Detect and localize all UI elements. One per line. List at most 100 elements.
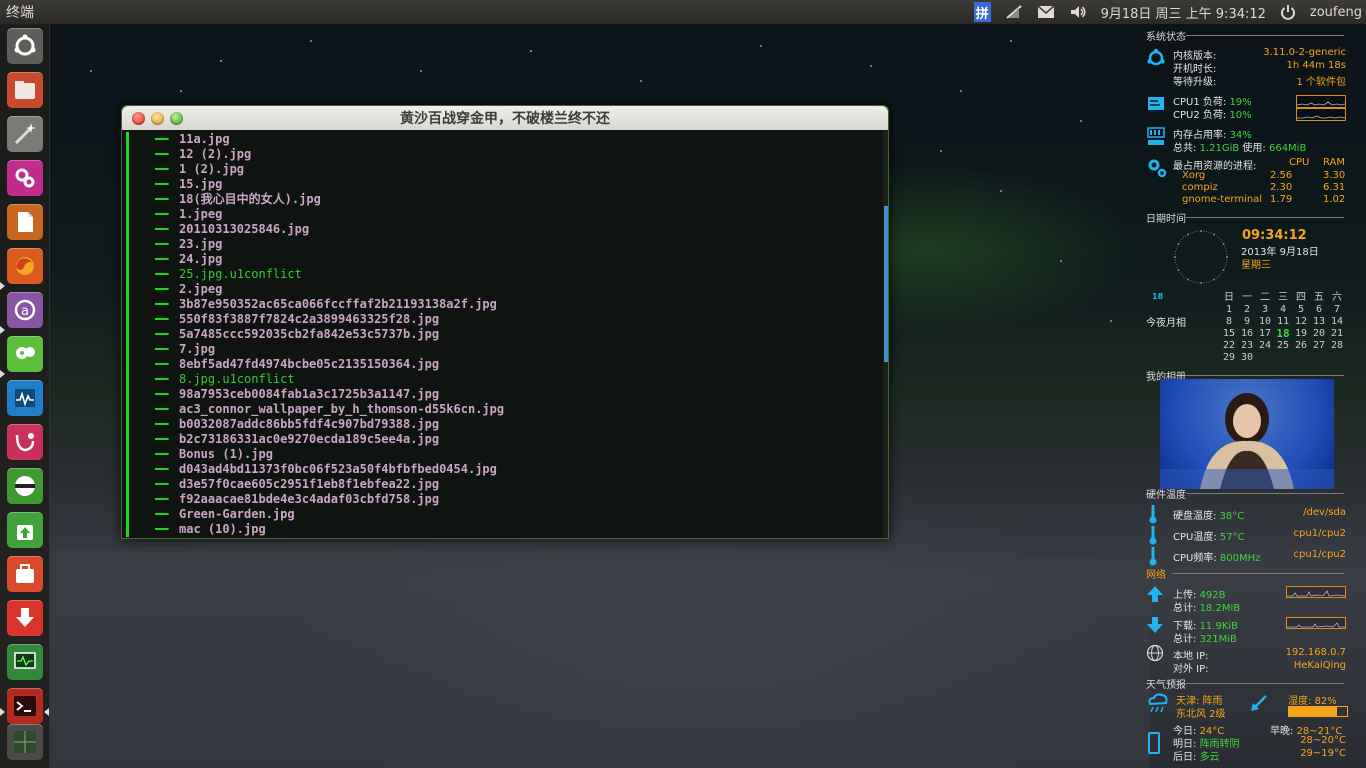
tree-entry: ━━ 3b87e950352ac65ca066fccffaf2b21193138a… <box>126 297 504 312</box>
update-arrow-icon <box>17 525 33 540</box>
launcher-settings-tool[interactable] <box>7 116 43 152</box>
minimize-button[interactable] <box>151 111 164 125</box>
mail-icon[interactable] <box>1037 2 1055 22</box>
power-icon[interactable] <box>1280 2 1296 22</box>
terminal-scrollbar[interactable] <box>883 130 888 538</box>
launcher-software-center[interactable]: a <box>7 292 43 328</box>
disk-device: /dev/sda <box>1303 507 1346 518</box>
tree-entry: ━━ b2c73186331ac0e9270ecda189c5ee4a.jpg <box>126 432 504 447</box>
file-name: 18(我心目中的女人).jpg <box>179 192 321 206</box>
launcher-unity-tweak[interactable] <box>7 160 43 196</box>
tree-entry: ━━ 23.jpg <box>126 237 504 252</box>
launcher-empathy[interactable] <box>7 424 43 460</box>
calendar-weekday: 三 <box>1278 292 1288 303</box>
download-total-label: 总计: <box>1173 634 1197 645</box>
svg-text:a: a <box>21 304 29 319</box>
calendar-weekday: 五 <box>1314 292 1324 303</box>
briefcase-icon <box>16 564 34 583</box>
launcher-disks[interactable] <box>7 468 43 504</box>
launcher-workspace-switcher[interactable] <box>7 724 43 760</box>
humidity-bar <box>1288 706 1348 717</box>
user-name[interactable]: zoufeng <box>1310 5 1362 20</box>
tree-entry: ━━ 7.jpg <box>126 342 504 357</box>
top-panel: 终端 拼 9月18日 周三 上午 9:34:12 zoufeng <box>0 0 1366 24</box>
launcher-pidgin[interactable] <box>7 336 43 372</box>
calendar-day <box>1310 352 1328 364</box>
launcher-terminal[interactable] <box>7 688 43 724</box>
file-name: 11a.jpg <box>179 132 230 146</box>
terminal-window[interactable]: 黄沙百战穿金甲，不破楼兰终不还 ━━ 11a.jpg ━━ 12 (2).jpg ━━ 1… <box>121 105 889 539</box>
cpu2-label: CPU2 负荷: <box>1173 110 1227 121</box>
tree-entry: ━━ 11a.jpg <box>126 132 504 147</box>
tree-entry: ━━ 98a7953ceb0084fab1a3c1725b3a1147.jpg <box>126 387 504 402</box>
network-icon[interactable] <box>1005 2 1023 22</box>
launcher-libreoffice[interactable] <box>7 204 43 240</box>
maximize-button[interactable] <box>170 111 183 125</box>
terminal-title: 黄沙百战穿金甲，不破楼兰终不还 <box>400 111 610 127</box>
analog-clock <box>1174 230 1228 284</box>
weather-wind: 东北风 2级 <box>1176 709 1226 720</box>
calendar-weekday: 二 <box>1260 292 1270 303</box>
calendar-day: 30 <box>1240 352 1254 363</box>
weekday-text: 星期三 <box>1241 260 1271 271</box>
calendar-day: 7 <box>1333 304 1341 315</box>
tree-entry: ━━ 2.jpeg <box>126 282 504 297</box>
launcher-firefox[interactable] <box>7 248 43 284</box>
launcher-files[interactable] <box>7 72 43 108</box>
cpu-temp-device: cpu1/cpu2 <box>1293 528 1346 539</box>
volume-icon[interactable] <box>1069 2 1087 22</box>
terminal-scroll-thumb[interactable] <box>884 206 888 362</box>
tree-entry: ━━ 24.jpg <box>126 252 504 267</box>
indicator-area: 拼 9月18日 周三 上午 9:34:12 zoufeng <box>973 0 1362 24</box>
tree-entry: ━━ Bonus (1).jpg <box>126 447 504 462</box>
magic-wand-icon <box>14 123 36 145</box>
file-name: 8.jpg.u1conflict <box>179 372 295 386</box>
after-label: 后日: <box>1173 752 1197 763</box>
tree-branch: ━━ <box>155 162 168 176</box>
tree-branch: ━━ <box>155 432 168 446</box>
tree-entry: ━━ d3e57f0cae605c2951f1eb8f1ebfea22.jpg <box>126 477 504 492</box>
upgrade-label: 等待升级: <box>1173 77 1217 88</box>
launcher: a <box>0 24 50 768</box>
folder-icon <box>15 81 35 99</box>
launcher-ubuntu-dash[interactable] <box>7 28 43 64</box>
kernel-value: 3.11.0-2-generic <box>1263 47 1346 58</box>
launcher-bag-app[interactable] <box>7 556 43 592</box>
tree-branch: ━━ <box>155 147 168 161</box>
launcher-system-monitor[interactable] <box>7 380 43 416</box>
disk-temp-label: 硬盘温度: <box>1173 511 1217 522</box>
launcher-downloader[interactable] <box>7 600 43 636</box>
file-name: d3e57f0cae605c2951f1eb8f1ebfea22.jpg <box>179 477 440 491</box>
terminal-output[interactable]: ━━ 11a.jpg ━━ 12 (2).jpg ━━ 1 (2).jpg ━━ 15.jpg… <box>122 130 888 538</box>
clock[interactable]: 9月18日 周三 上午 9:34:12 <box>1101 3 1266 22</box>
tree-branch: ━━ <box>155 462 168 476</box>
section-network-title: 网络 <box>1146 570 1166 581</box>
calendar-day: 20 <box>1312 328 1326 339</box>
download-arrow-icon <box>1146 616 1164 638</box>
terminal-icon <box>14 696 36 716</box>
launcher-updater[interactable] <box>7 512 43 548</box>
chat-icon <box>15 433 35 452</box>
launcher-monitor[interactable] <box>7 644 43 680</box>
globe-icon <box>1146 644 1164 666</box>
file-name: 23.jpg <box>179 237 223 251</box>
input-method-icon[interactable]: 拼 <box>973 2 991 22</box>
calendar-day: 25 <box>1276 340 1290 351</box>
tree-branch: ━━ <box>155 177 168 191</box>
tree-entry: ━━ ac3_connor_wallpaper_by_h_thomson-d55k… <box>126 402 504 417</box>
file-name: ac3_connor_wallpaper_by_h_thomson-d55k6c… <box>179 402 505 416</box>
document-icon <box>18 212 33 232</box>
terminal-titlebar[interactable]: 黄沙百战穿金甲，不破楼兰终不还 <box>122 106 888 130</box>
calendar-day: 21 <box>1330 328 1344 339</box>
tree-entry: ━━ 8ebf5ad47fd4974bcbe05c2135150364.jpg <box>126 357 504 372</box>
section-system-title: 系统状态 <box>1146 32 1186 43</box>
tree-branch: ━━ <box>155 342 168 356</box>
tree-branch: ━━ <box>155 492 168 506</box>
calendar-day: 10 <box>1258 316 1272 327</box>
close-button[interactable] <box>132 111 145 125</box>
tree-entry: ━━ 550f83f3887f7824c2a3899463325f28.jpg <box>126 312 504 327</box>
file-name: 12 (2).jpg <box>179 147 252 161</box>
calendar-day: 26 <box>1294 340 1308 351</box>
tree-entry: ━━ 1 (2).jpg <box>126 162 504 177</box>
wind-direction-arrow-icon <box>1250 694 1268 716</box>
